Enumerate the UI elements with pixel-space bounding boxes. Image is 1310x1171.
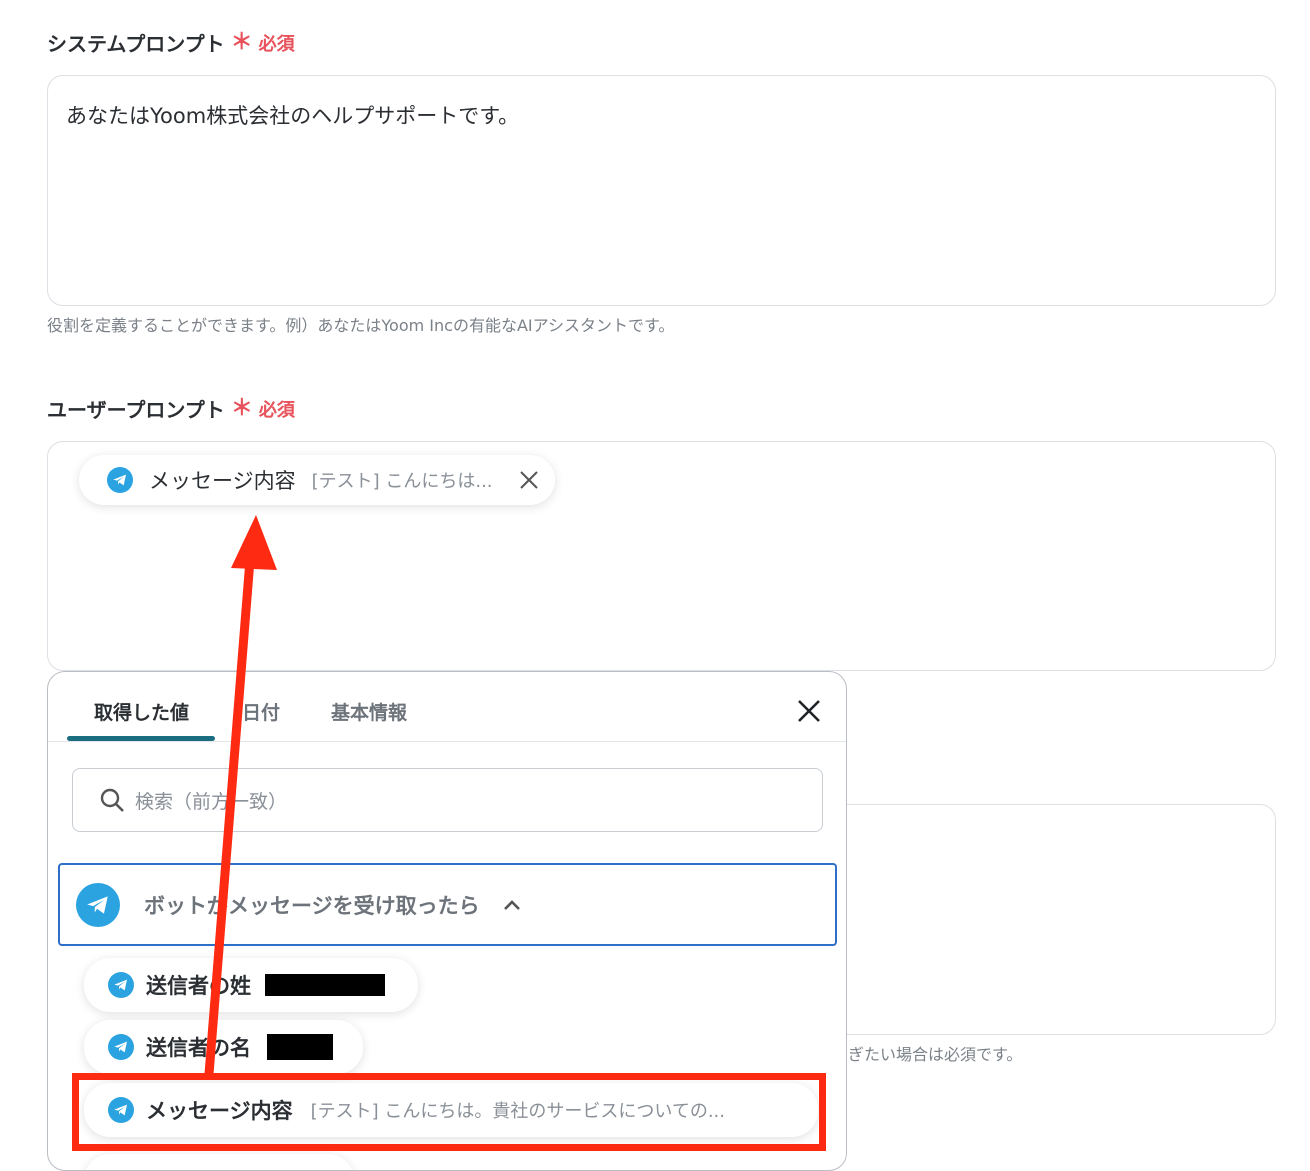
annotation-arrow — [204, 515, 277, 1079]
